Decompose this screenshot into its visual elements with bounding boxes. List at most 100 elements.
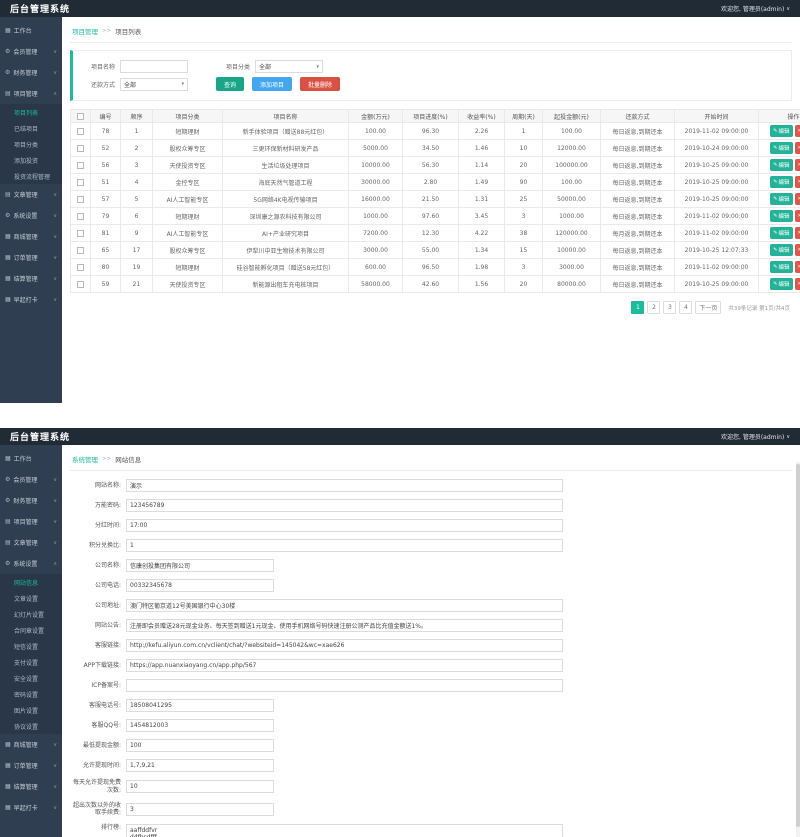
vertical-scrollbar[interactable] — [796, 462, 800, 837]
sidebar-item-项目管理[interactable]: ▤项目管理∧ — [0, 83, 62, 104]
breadcrumb-section[interactable]: 系统管理 — [72, 454, 98, 464]
delete-button[interactable]: ✕删除 — [795, 227, 800, 239]
add-project-button[interactable]: 添加项目 — [252, 77, 292, 91]
search-button[interactable]: 查询 — [216, 77, 244, 91]
delete-button[interactable]: ✕删除 — [795, 159, 800, 171]
form-input[interactable] — [126, 599, 563, 612]
page-button-1[interactable]: 1 — [631, 301, 644, 314]
delete-button[interactable]: ✕删除 — [795, 193, 800, 205]
delete-button[interactable]: ✕删除 — [795, 142, 800, 154]
row-checkbox[interactable] — [77, 264, 84, 271]
edit-button[interactable]: ✎编辑 — [770, 193, 792, 205]
sidebar-item-文章设置[interactable]: 文章设置 — [0, 590, 62, 606]
sidebar-item-安全设置[interactable]: 安全设置 — [0, 670, 62, 686]
row-checkbox[interactable] — [77, 179, 84, 186]
sidebar-item-订单管理[interactable]: ▦订单管理∨ — [0, 247, 62, 268]
sidebar-item-早起打卡[interactable]: ▦早起打卡∨ — [0, 289, 62, 310]
delete-button[interactable]: ✕删除 — [795, 210, 800, 222]
form-input[interactable] — [126, 780, 274, 793]
user-menu[interactable]: 欢迎您, 管理员(admin) ∨ — [721, 432, 790, 441]
sidebar-item-幻灯片设置[interactable]: 幻灯片设置 — [0, 606, 62, 622]
form-input[interactable] — [126, 499, 563, 512]
form-input[interactable] — [126, 619, 563, 632]
form-input[interactable] — [126, 639, 563, 652]
form-input[interactable] — [126, 759, 274, 772]
sidebar-item-合同章设置[interactable]: 合同章设置 — [0, 622, 62, 638]
form-input[interactable] — [126, 559, 274, 572]
edit-button[interactable]: ✎编辑 — [770, 278, 792, 290]
form-input[interactable] — [126, 803, 274, 816]
edit-button[interactable]: ✎编辑 — [770, 159, 792, 171]
batch-delete-button[interactable]: 批量删除 — [300, 77, 340, 91]
repay-method-select[interactable]: 全部 ▾ — [120, 78, 188, 91]
breadcrumb-section[interactable]: 项目管理 — [72, 26, 98, 36]
form-input[interactable] — [126, 659, 563, 672]
sidebar-item-支付设置[interactable]: 支付设置 — [0, 654, 62, 670]
form-input[interactable] — [126, 539, 563, 552]
sidebar-item-已结项目[interactable]: 已结项目 — [0, 120, 62, 136]
project-category-select[interactable]: 全部 ▾ — [255, 60, 323, 73]
row-checkbox[interactable] — [77, 213, 84, 220]
row-checkbox[interactable] — [77, 230, 84, 237]
sidebar-item-系统设置[interactable]: ⚙系统设置∨ — [0, 205, 62, 226]
form-input[interactable] — [126, 519, 563, 532]
form-input[interactable] — [126, 479, 563, 492]
sidebar-item-项目列表[interactable]: 项目列表 — [0, 104, 62, 120]
delete-button[interactable]: ✕删除 — [795, 244, 800, 256]
form-input[interactable] — [126, 579, 274, 592]
user-menu[interactable]: 欢迎您, 管理员(admin) ∨ — [721, 4, 790, 13]
sidebar-item-图片设置[interactable]: 图片设置 — [0, 702, 62, 718]
sidebar-item-结算管理[interactable]: ▦结算管理∨ — [0, 268, 62, 289]
row-checkbox[interactable] — [77, 128, 84, 135]
form-input[interactable] — [126, 739, 274, 752]
sidebar-item-文章管理[interactable]: ▤文章管理∨ — [0, 184, 62, 205]
page-button-3[interactable]: 3 — [663, 301, 676, 314]
row-checkbox[interactable] — [77, 162, 84, 169]
edit-button[interactable]: ✎编辑 — [770, 261, 792, 273]
sidebar-item-投资流程管理[interactable]: 投资流程管理 — [0, 168, 62, 184]
sidebar-item-项目管理[interactable]: ▤项目管理∨ — [0, 511, 62, 532]
next-page-button[interactable]: 下一页 — [695, 301, 721, 314]
select-all-checkbox[interactable] — [77, 113, 84, 120]
sidebar-item-订单管理[interactable]: ▦订单管理∨ — [0, 755, 62, 776]
sidebar-item-网站信息[interactable]: 网站信息 — [0, 574, 62, 590]
delete-button[interactable]: ✕删除 — [795, 176, 800, 188]
form-input[interactable] — [126, 719, 274, 732]
sidebar-item-工作台[interactable]: ▦工作台 — [0, 448, 62, 469]
form-input[interactable] — [126, 679, 563, 692]
page-button-4[interactable]: 4 — [679, 301, 692, 314]
edit-button[interactable]: ✎编辑 — [770, 227, 792, 239]
edit-button[interactable]: ✎编辑 — [770, 210, 792, 222]
page-button-2[interactable]: 2 — [647, 301, 660, 314]
edit-button[interactable]: ✎编辑 — [770, 142, 792, 154]
delete-button[interactable]: ✕删除 — [795, 125, 800, 137]
sidebar-item-短信设置[interactable]: 短信设置 — [0, 638, 62, 654]
sidebar-item-早起打卡[interactable]: ▦早起打卡∨ — [0, 797, 62, 818]
sidebar-item-会员管理[interactable]: ⚙会员管理∨ — [0, 469, 62, 490]
sidebar-item-密码设置[interactable]: 密码设置 — [0, 686, 62, 702]
sidebar-item-文章管理[interactable]: ▤文章管理∨ — [0, 532, 62, 553]
delete-button[interactable]: ✕删除 — [795, 278, 800, 290]
sidebar-item-结算管理[interactable]: ▦结算管理∨ — [0, 776, 62, 797]
row-checkbox[interactable] — [77, 196, 84, 203]
sidebar-item-商城管理[interactable]: ▦商城管理∨ — [0, 734, 62, 755]
row-checkbox[interactable] — [77, 281, 84, 288]
row-checkbox[interactable] — [77, 145, 84, 152]
edit-button[interactable]: ✎编辑 — [770, 244, 792, 256]
edit-button[interactable]: ✎编辑 — [770, 176, 792, 188]
project-name-input[interactable] — [120, 60, 188, 73]
sidebar-item-财务管理[interactable]: ⚙财务管理∨ — [0, 490, 62, 511]
edit-button[interactable]: ✎编辑 — [770, 125, 792, 137]
delete-button[interactable]: ✕删除 — [795, 261, 800, 273]
sidebar-item-项目分类[interactable]: 项目分类 — [0, 136, 62, 152]
form-input[interactable] — [126, 699, 274, 712]
form-textarea[interactable] — [126, 824, 563, 837]
sidebar-item-协议设置[interactable]: 协议设置 — [0, 718, 62, 734]
row-checkbox[interactable] — [77, 247, 84, 254]
sidebar-item-工作台[interactable]: ▦工作台 — [0, 20, 62, 41]
sidebar-item-系统设置[interactable]: ⚙系统设置∧ — [0, 553, 62, 574]
sidebar-item-添加投资[interactable]: 添加投资 — [0, 152, 62, 168]
sidebar-item-商城管理[interactable]: ▦商城管理∨ — [0, 226, 62, 247]
sidebar-item-会员管理[interactable]: ⚙会员管理∨ — [0, 41, 62, 62]
scrollbar-thumb[interactable] — [796, 464, 800, 827]
